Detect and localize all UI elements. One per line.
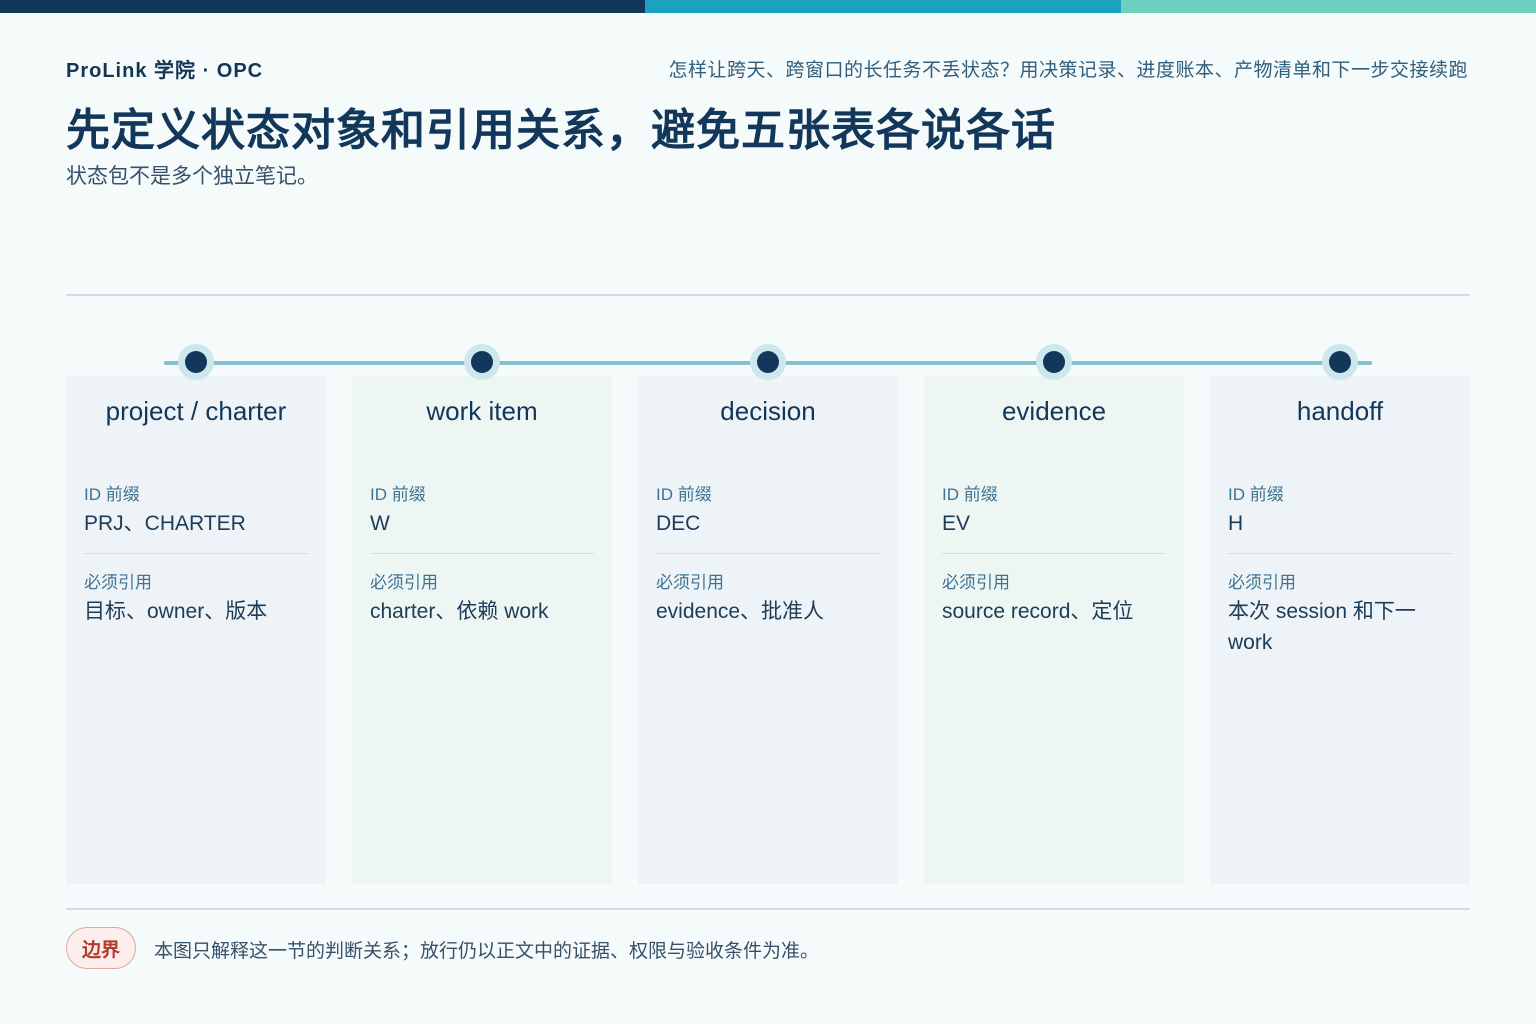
boundary-note: 本图只解释这一节的判断关系；放行仍以正文中的证据、权限与验收条件为准。 xyxy=(154,941,820,962)
page-title: 先定义状态对象和引用关系，避免五张表各说各话 xyxy=(66,106,1056,155)
card-title: decision xyxy=(720,396,816,426)
timeline-node-icon xyxy=(750,344,786,380)
card-title: work item xyxy=(426,396,538,426)
node-dot xyxy=(1043,351,1065,373)
card-project-charter: project / charter ID 前缀 PRJ、CHARTER 必须引用… xyxy=(66,376,326,884)
timeline-node-icon xyxy=(1036,344,1072,380)
required-ref-label: 必须引用 xyxy=(84,573,152,592)
id-prefix-value: EV xyxy=(942,512,971,535)
id-prefix-label: ID 前缀 xyxy=(942,485,998,504)
required-ref-value: evidence、批准人 xyxy=(656,600,825,623)
top-accent-bar xyxy=(0,0,1536,13)
accent-segment-navy xyxy=(0,0,645,13)
guiding-question: 怎样让跨天、跨窗口的长任务不丢状态？用决策记录、进度账本、产物清单和下一步交接续… xyxy=(668,60,1468,81)
required-ref-label: 必须引用 xyxy=(942,573,1010,592)
card-divider xyxy=(370,553,594,554)
node-dot xyxy=(1329,351,1351,373)
timeline-node-icon xyxy=(1322,344,1358,380)
required-ref-label: 必须引用 xyxy=(656,573,724,592)
top-divider xyxy=(66,294,1470,296)
page-subtitle: 状态包不是多个独立笔记。 xyxy=(66,165,318,188)
card-divider xyxy=(84,553,308,554)
required-ref-value: 本次 session 和下一 work xyxy=(1228,600,1416,654)
required-ref-label: 必须引用 xyxy=(1228,573,1296,592)
required-ref-value: charter、依赖 work xyxy=(370,600,549,623)
card-divider xyxy=(942,553,1166,554)
card-handoff: handoff ID 前缀 H 必须引用 本次 session 和下一 work xyxy=(1210,376,1470,884)
card-work-item: work item ID 前缀 W 必须引用 charter、依赖 work xyxy=(352,376,612,884)
card-divider xyxy=(656,553,880,554)
id-prefix-value: H xyxy=(1228,512,1244,535)
id-prefix-label: ID 前缀 xyxy=(656,485,712,504)
required-ref-value: 目标、owner、版本 xyxy=(84,600,268,623)
bottom-divider xyxy=(66,908,1470,910)
boundary-badge: 边界 xyxy=(66,927,136,969)
accent-segment-mint xyxy=(1121,0,1536,13)
required-ref-value: source record、定位 xyxy=(942,600,1134,623)
id-prefix-label: ID 前缀 xyxy=(370,485,426,504)
node-dot xyxy=(185,351,207,373)
brand-label: ProLink 学院 · OPC xyxy=(66,60,264,82)
id-prefix-value: W xyxy=(370,512,390,535)
card-divider xyxy=(1228,553,1452,554)
required-ref-label: 必须引用 xyxy=(370,573,438,592)
card-title: handoff xyxy=(1296,396,1384,426)
card-evidence: evidence ID 前缀 EV 必须引用 source record、定位 xyxy=(924,376,1184,884)
id-prefix-value: PRJ、CHARTER xyxy=(84,512,246,535)
timeline-node-icon xyxy=(178,344,214,380)
node-dot xyxy=(757,351,779,373)
id-prefix-label: ID 前缀 xyxy=(1228,485,1284,504)
timeline-node-icon xyxy=(464,344,500,380)
card-title: project / charter xyxy=(105,396,287,426)
card-title: evidence xyxy=(1001,396,1107,426)
id-prefix-label: ID 前缀 xyxy=(84,485,140,504)
card-decision: decision ID 前缀 DEC 必须引用 evidence、批准人 xyxy=(638,376,898,884)
accent-segment-teal xyxy=(645,0,1121,13)
id-prefix-value: DEC xyxy=(656,512,701,535)
node-dot xyxy=(471,351,493,373)
